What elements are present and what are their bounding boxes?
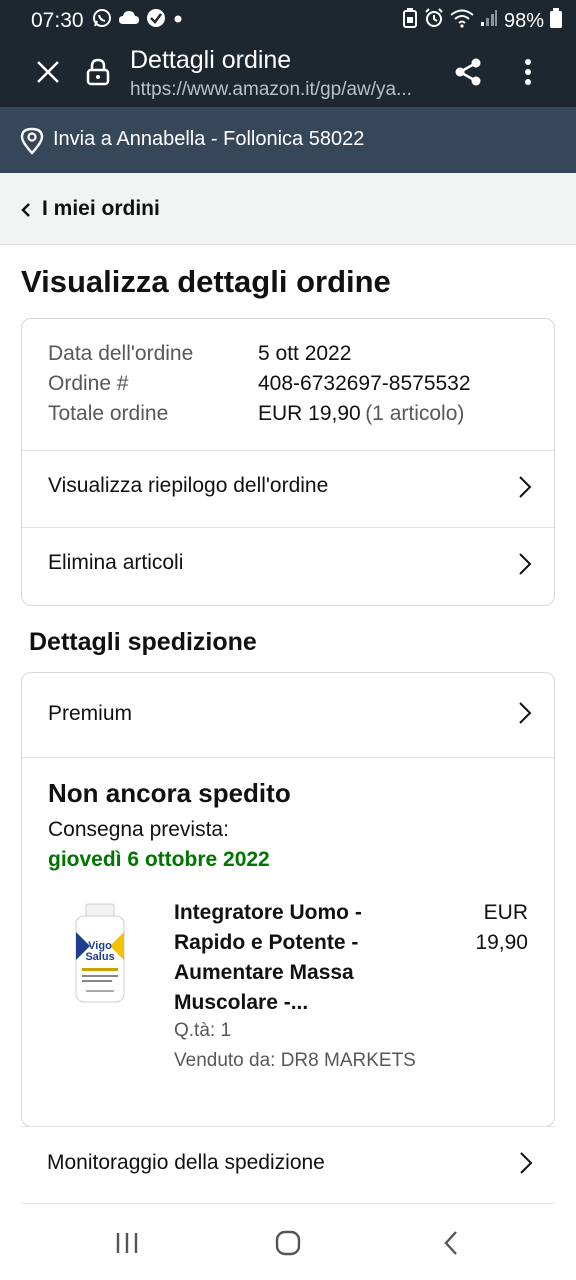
order-date-value: 5 ott 2022	[258, 342, 352, 365]
battery-icon	[550, 8, 562, 34]
order-summary-label: Visualizza riepilogo dell'ordine	[48, 474, 329, 497]
alarm-icon	[424, 8, 444, 34]
more-options-icon[interactable]	[510, 54, 546, 90]
lock-icon[interactable]	[82, 54, 114, 90]
status-bar: 07:30 98%	[0, 0, 576, 40]
order-total: EUR 19,90 (1 articolo)	[258, 402, 464, 426]
product-quantity: Q.tà: 1	[174, 1020, 232, 1041]
whatsapp-icon	[92, 8, 112, 33]
order-date-label: Data dell'ordine	[48, 342, 194, 365]
breadcrumb[interactable]: I miei ordini	[0, 173, 576, 245]
delivery-estimate-label: Consegna prevista:	[48, 818, 229, 841]
price-currency: EUR	[483, 901, 528, 924]
order-number-label: Ordine #	[48, 372, 129, 395]
delete-items-label: Elimina articoli	[48, 551, 184, 574]
chevron-right-icon	[519, 1151, 533, 1180]
chevron-right-icon	[518, 701, 532, 730]
signal-icon	[480, 9, 498, 33]
back-icon[interactable]	[436, 1228, 466, 1258]
product-title-line: Muscolare -...	[174, 991, 309, 1014]
page-title-tab: Dettagli ordine	[130, 46, 292, 74]
status-time: 07:30	[31, 9, 84, 32]
check-circle-icon	[146, 8, 166, 33]
location-pin-icon	[19, 126, 45, 156]
battery-level: 98%	[503, 9, 544, 32]
recent-apps-icon[interactable]	[112, 1230, 142, 1256]
product-price: EUR 19,90	[475, 898, 528, 958]
order-info-card: Data dell'ordine 5 ott 2022 Ordine # 408…	[21, 318, 555, 606]
shipment-status: Non ancora spedito	[48, 778, 291, 808]
page-title: Visualizza dettagli ordine	[21, 264, 391, 299]
price-amount: 19,90	[475, 931, 528, 954]
shipping-method-link[interactable]: Premium	[22, 673, 554, 757]
system-icons: 98%	[402, 8, 562, 34]
chevron-right-icon	[518, 475, 532, 504]
wifi-icon	[450, 8, 474, 34]
home-icon[interactable]	[272, 1228, 304, 1258]
close-icon[interactable]	[30, 54, 66, 90]
deliver-to-bar[interactable]: Invia a Annabella - Follonica 58022	[0, 107, 576, 173]
product-title-line: Integratore Uomo -	[174, 901, 362, 924]
product-image[interactable]: Vigo Salus	[70, 902, 142, 1006]
deliver-to-text: Invia a Annabella - Follonica 58022	[53, 128, 365, 150]
product-title-line: Rapido e Potente -	[174, 931, 359, 954]
order-total-label: Totale ordine	[48, 402, 169, 425]
system-nav-bar	[0, 1206, 576, 1280]
order-summary-link[interactable]: Visualizza riepilogo dell'ordine	[22, 451, 554, 527]
shipping-section-title: Dettagli spedizione	[29, 628, 257, 656]
shipping-method-label: Premium	[48, 702, 133, 725]
order-number-value: 408-6732697-8575532	[258, 372, 471, 395]
delete-items-link[interactable]: Elimina articoli	[22, 528, 554, 605]
chevron-right-icon	[518, 552, 532, 581]
breadcrumb-my-orders[interactable]: I miei ordini	[42, 197, 160, 221]
chevron-left-icon	[20, 203, 32, 222]
cloud-icon	[118, 9, 140, 32]
tracking-label: Monitoraggio della spedizione	[47, 1151, 325, 1174]
product-title-line: Aumentare Massa	[174, 961, 354, 984]
browser-toolbar: Dettagli ordine https://www.amazon.it/gp…	[0, 40, 576, 107]
product-title[interactable]: Integratore Uomo - Rapido e Potente - Au…	[174, 898, 414, 1018]
delivery-date: giovedì 6 ottobre 2022	[48, 848, 270, 871]
order-total-value: EUR 19,90	[258, 402, 361, 425]
battery-saver-icon	[402, 8, 418, 34]
share-icon[interactable]	[450, 54, 486, 90]
divider	[22, 757, 554, 758]
url-bar[interactable]: https://www.amazon.it/gp/aw/ya...	[130, 79, 435, 101]
product-seller: Venduto da: DR8 MARKETS	[174, 1050, 416, 1071]
product-brand-logo: Salus	[85, 951, 114, 963]
dot-icon	[172, 12, 184, 30]
notification-icons	[92, 8, 184, 33]
order-total-items: (1 articolo)	[365, 402, 465, 425]
tracking-link[interactable]: Monitoraggio della spedizione	[21, 1126, 555, 1204]
